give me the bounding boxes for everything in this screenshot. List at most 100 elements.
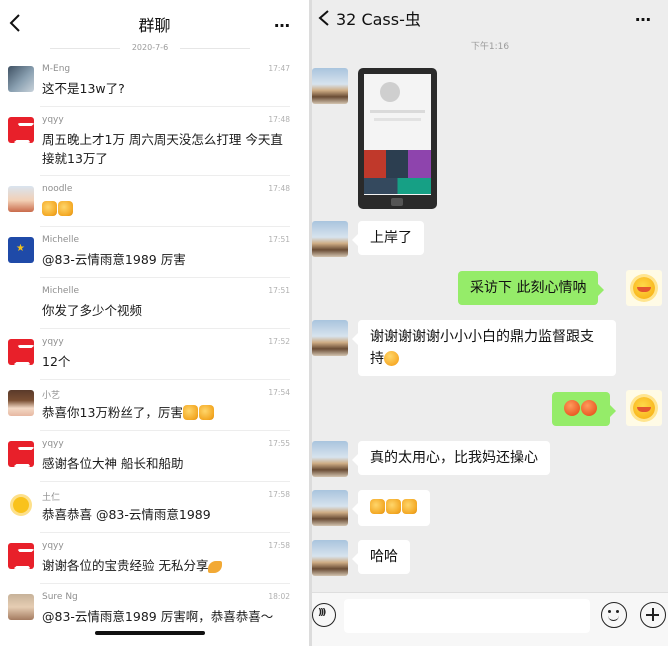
sender-name: yqyy bbox=[42, 115, 64, 125]
message-text: 这不是13w了? bbox=[42, 81, 125, 96]
red-s-logo-avatar[interactable] bbox=[8, 441, 34, 467]
more-options-icon[interactable]: … bbox=[274, 12, 291, 31]
contact-avatar[interactable] bbox=[312, 221, 348, 257]
left-header: 群聊 … bbox=[0, 0, 309, 44]
self-sun-avatar[interactable] bbox=[626, 270, 662, 306]
message-time: 17:55 bbox=[268, 439, 290, 448]
message-row[interactable]: noodle 17:48 bbox=[0, 176, 300, 227]
message-text: 你发了多少个视频 bbox=[42, 303, 143, 318]
thumbs-up-icon bbox=[58, 201, 73, 216]
thumbs-up-icon bbox=[42, 201, 57, 216]
message-time: 17:48 bbox=[268, 115, 290, 124]
thumbs-up-icon bbox=[402, 499, 417, 514]
incoming-message-bubble[interactable] bbox=[352, 490, 430, 526]
text-line-placeholder bbox=[374, 118, 421, 121]
message-row[interactable]: yqyy 17:55 感谢各位大神 船长和船助 bbox=[0, 431, 300, 482]
girl-avatar[interactable] bbox=[8, 390, 34, 416]
phone-screen-image bbox=[364, 74, 431, 195]
back-arrow-icon[interactable] bbox=[316, 8, 334, 28]
date-label: 2020-7-6 bbox=[131, 43, 169, 52]
video-grid-placeholder bbox=[364, 150, 431, 178]
message-text: @83-云情雨意1989 厉害啊，恭喜恭喜～ bbox=[42, 609, 274, 624]
sender-name: 土仁 bbox=[42, 493, 61, 503]
contact-avatar[interactable] bbox=[312, 68, 348, 104]
outgoing-message-bubble[interactable] bbox=[552, 392, 616, 426]
plus-icon[interactable] bbox=[640, 602, 666, 628]
chat-title: 32 Cass-虫 bbox=[336, 10, 421, 29]
page-title: 群聊 bbox=[138, 16, 171, 35]
thumbs-up-icon bbox=[370, 499, 385, 514]
more-options-icon[interactable]: … bbox=[635, 6, 652, 25]
input-bar bbox=[312, 592, 668, 646]
praying-hands-icon bbox=[208, 561, 223, 573]
video-grid-placeholder bbox=[364, 178, 431, 194]
text-line-placeholder bbox=[370, 110, 425, 113]
message-time: 17:54 bbox=[268, 388, 290, 397]
phone-home-button bbox=[391, 198, 403, 206]
message-row[interactable]: Michelle 17:51 @83-云情雨意1989 厉害 bbox=[0, 227, 300, 278]
message-text: 恭喜恭喜 @83-云情雨意1989 bbox=[42, 507, 211, 522]
sender-name: Sure Ng bbox=[42, 592, 78, 602]
incoming-message-bubble[interactable]: 谢谢谢谢谢小小小白的鼎力监督跟支持 bbox=[352, 320, 616, 376]
blue-star-avatar[interactable] bbox=[8, 237, 34, 263]
red-s-logo-avatar[interactable] bbox=[8, 339, 34, 365]
message-text: 周五晚上才1万 周六周天没怎么打理 今天直接就13万了 bbox=[42, 132, 283, 166]
message-row[interactable]: yqyy 17:48 周五晚上才1万 周六周天没怎么打理 今天直接就13万了 bbox=[0, 107, 300, 176]
message-row[interactable]: Sure Ng 18:02 @83-云情雨意1989 厉害啊，恭喜恭喜～ bbox=[0, 584, 300, 635]
sender-name: Michelle bbox=[42, 286, 79, 296]
message-time: 17:48 bbox=[268, 184, 290, 193]
red-s-logo-avatar[interactable] bbox=[8, 117, 34, 143]
sender-name: 小艺 bbox=[42, 391, 61, 401]
sender-name: noodle bbox=[42, 184, 73, 194]
thumbs-up-icon bbox=[198, 405, 214, 420]
sender-name: M-Eng bbox=[42, 64, 71, 74]
message-text bbox=[42, 199, 292, 218]
screenshot-image-message[interactable] bbox=[358, 68, 437, 209]
message-input[interactable] bbox=[344, 599, 590, 633]
sender-name: yqyy bbox=[42, 337, 64, 347]
kid-photo-avatar[interactable] bbox=[8, 186, 34, 212]
message-time: 17:51 bbox=[268, 235, 290, 244]
message-row[interactable]: yqyy 17:52 12个 bbox=[0, 329, 300, 380]
message-time: 18:02 bbox=[268, 592, 290, 601]
group-chat-panel: 群聊 … 2020-7-6 M-Eng 17:47 这不是13w了? yqyy … bbox=[0, 0, 309, 646]
contact-avatar[interactable] bbox=[312, 490, 348, 526]
message-text-content: 谢谢各位的宝贵经验 无私分享 bbox=[42, 558, 209, 573]
incoming-message-bubble[interactable]: 真的太用心，比我妈还操心 bbox=[352, 441, 550, 475]
contact-avatar[interactable] bbox=[312, 441, 348, 477]
message-time: 17:47 bbox=[268, 64, 290, 73]
message-text: 谢谢谢谢谢小小小白的鼎力监督跟支持 bbox=[370, 329, 594, 367]
message-text-content: 恭喜你13万粉丝了，厉害 bbox=[42, 405, 183, 420]
profile-picture-placeholder bbox=[380, 82, 400, 102]
sender-name: yqyy bbox=[42, 541, 64, 551]
message-row[interactable]: Michelle 17:51 你发了多少个视频 bbox=[0, 278, 300, 329]
grinning-face-icon bbox=[384, 351, 399, 366]
message-time: 17:58 bbox=[268, 490, 290, 499]
face-avatar[interactable] bbox=[8, 594, 34, 620]
emoji-icon[interactable] bbox=[601, 602, 627, 628]
angry-face-icon bbox=[581, 400, 597, 416]
contact-avatar[interactable] bbox=[312, 540, 348, 576]
red-s-logo-avatar[interactable] bbox=[8, 543, 34, 569]
message-text: 谢谢各位的宝贵经验 无私分享 bbox=[42, 556, 292, 575]
message-time: 17:51 bbox=[268, 286, 290, 295]
message-row[interactable]: 小艺 17:54 恭喜你13万粉丝了，厉害 bbox=[0, 380, 300, 431]
thumbs-up-icon bbox=[386, 499, 401, 514]
sun-avatar[interactable] bbox=[8, 492, 34, 518]
message-row[interactable]: M-Eng 17:47 这不是13w了? bbox=[0, 56, 300, 107]
landscape-avatar[interactable] bbox=[8, 66, 34, 92]
voice-icon[interactable] bbox=[312, 603, 336, 627]
message-time: 17:52 bbox=[268, 337, 290, 346]
self-sun-avatar[interactable] bbox=[626, 390, 662, 426]
message-row[interactable]: 土仁 17:58 恭喜恭喜 @83-云情雨意1989 bbox=[0, 482, 300, 533]
message-text: @83-云情雨意1989 厉害 bbox=[42, 252, 186, 267]
sender-name: yqyy bbox=[42, 439, 64, 449]
message-row[interactable]: yqyy 17:58 谢谢各位的宝贵经验 无私分享 bbox=[0, 533, 300, 584]
thumbs-up-icon bbox=[182, 405, 198, 420]
incoming-message-bubble[interactable]: 哈哈 bbox=[352, 540, 410, 574]
home-indicator bbox=[95, 631, 205, 635]
outgoing-message-bubble[interactable]: 采访下 此刻心情呐 bbox=[458, 271, 605, 305]
message-text: 12个 bbox=[42, 354, 71, 369]
incoming-message-bubble[interactable]: 上岸了 bbox=[352, 221, 424, 255]
contact-avatar[interactable] bbox=[312, 320, 348, 356]
